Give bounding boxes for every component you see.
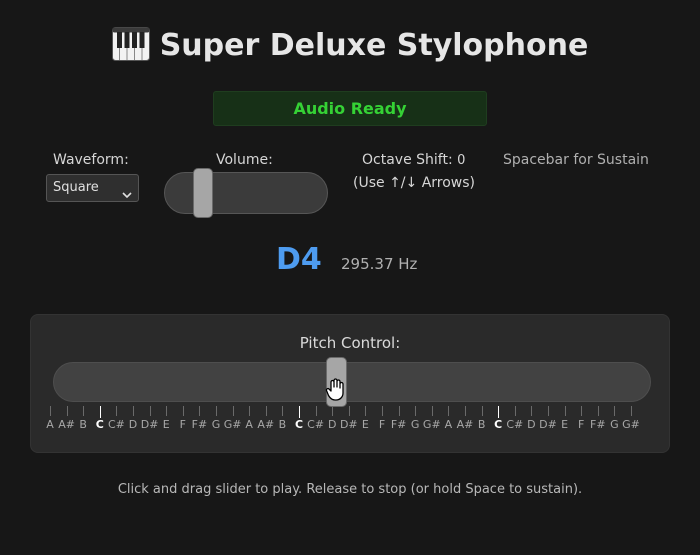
note-tick <box>597 406 599 416</box>
note-tick <box>199 406 201 416</box>
note-tick-label: F# <box>590 418 606 431</box>
grab-hand-cursor-icon <box>325 378 347 406</box>
note-tick-label: A# <box>58 418 75 431</box>
note-tick <box>548 406 549 416</box>
pitch-control-label: Pitch Control: <box>299 334 401 352</box>
note-tick-label: C# <box>307 418 325 431</box>
note-tick-label: D# <box>140 418 159 431</box>
chevron-down-icon <box>122 183 132 209</box>
waveform-select[interactable]: Square <box>46 174 139 202</box>
page-title: Super Deluxe Stylophone <box>0 26 700 72</box>
note-tick <box>415 406 417 416</box>
octave-shift-label: Octave Shift: <box>362 152 453 168</box>
note-tick-label: F# <box>191 418 208 431</box>
note-tick <box>66 406 68 416</box>
note-tick <box>564 406 566 416</box>
note-tick-label: G# <box>622 418 640 431</box>
note-tick <box>166 406 168 416</box>
piano-keyboard-icon <box>111 27 150 72</box>
note-tick <box>614 406 616 416</box>
note-tick <box>332 406 334 416</box>
note-tick <box>465 406 466 416</box>
note-tick-label: E <box>561 418 569 431</box>
note-tick-label: D <box>527 418 536 431</box>
note-tick-label: B <box>79 418 87 431</box>
note-tick <box>116 406 118 416</box>
volume-slider-thumb[interactable] <box>193 168 213 218</box>
note-tick <box>481 406 483 416</box>
note-tick-label: C <box>494 418 503 431</box>
note-tick <box>315 406 317 416</box>
note-tick <box>498 406 500 418</box>
note-tick <box>232 406 234 416</box>
note-tick-label: E <box>361 418 369 431</box>
note-tick <box>531 406 533 416</box>
note-tick-label: A# <box>456 418 474 431</box>
note-tick-label: D# <box>539 418 557 431</box>
note-tick-label: D <box>128 418 138 431</box>
note-tick <box>382 406 383 416</box>
current-note-frequency: 295.37 Hz <box>341 255 418 273</box>
octave-shift: Octave Shift: 0 <box>362 152 465 168</box>
octave-shift-value: 0 <box>457 153 466 168</box>
pitch-note-scale: A A# B C C# D D# E F F# G G# A A# B C C# D D# E F F# G G# A A# B C C… <box>0 406 700 436</box>
note-tick-label: G <box>211 418 221 431</box>
note-tick <box>299 406 300 418</box>
note-tick <box>83 406 85 416</box>
note-tick <box>514 406 516 416</box>
note-tick <box>133 406 134 416</box>
note-tick <box>182 406 184 416</box>
note-tick-label: D# <box>339 418 358 431</box>
note-tick <box>448 406 450 416</box>
sustain-hint: Spacebar for Sustain <box>503 152 649 168</box>
note-tick-label: C# <box>107 418 125 431</box>
note-tick-label: F# <box>390 418 407 431</box>
note-tick <box>216 406 217 416</box>
note-tick-label: E <box>162 418 170 431</box>
note-tick-label: G# <box>223 418 242 431</box>
note-tick <box>282 406 284 416</box>
volume-label: Volume: <box>216 152 273 168</box>
stylophone-app: Super Deluxe Stylophone Audio Ready Wave… <box>0 0 700 555</box>
note-tick <box>348 406 350 416</box>
note-tick <box>50 406 51 416</box>
note-tick-label: F <box>578 418 585 431</box>
note-tick-label: C <box>95 418 104 431</box>
note-tick-label: C <box>294 418 304 431</box>
note-tick-label: A <box>245 418 253 431</box>
octave-shift-hint: (Use ↑/↓ Arrows) <box>353 175 476 191</box>
title-text: Super Deluxe Stylophone <box>159 28 589 63</box>
note-tick-label: C# <box>506 418 524 431</box>
note-tick-label: G <box>410 418 420 431</box>
note-tick-label: G <box>610 418 619 431</box>
note-tick <box>249 406 251 416</box>
waveform-label: Waveform: <box>53 152 129 168</box>
note-tick-label: D <box>327 418 337 431</box>
pitch-slider-track[interactable] <box>53 362 651 402</box>
note-tick <box>398 406 400 416</box>
note-tick <box>149 406 151 416</box>
note-tick <box>365 406 367 416</box>
note-tick-label: F <box>179 418 186 431</box>
note-tick-label: A# <box>257 418 275 431</box>
waveform-selected-value: Square <box>53 180 99 195</box>
note-tick-label: A <box>444 418 453 431</box>
footer-instructions: Click and drag slider to play. Release t… <box>117 482 583 497</box>
note-tick <box>99 406 101 418</box>
note-tick-label: B <box>477 418 486 431</box>
note-tick <box>631 406 632 416</box>
note-tick <box>265 406 267 416</box>
audio-status-badge: Audio Ready <box>213 91 487 126</box>
note-tick <box>581 406 583 416</box>
note-tick-label: A <box>46 418 54 431</box>
volume-slider-track[interactable] <box>164 172 328 214</box>
note-tick-label: F <box>378 418 386 431</box>
note-tick <box>431 406 433 416</box>
note-tick-label: G# <box>422 418 441 431</box>
note-tick-label: B <box>278 418 287 431</box>
current-note-name: D4 <box>276 242 322 277</box>
